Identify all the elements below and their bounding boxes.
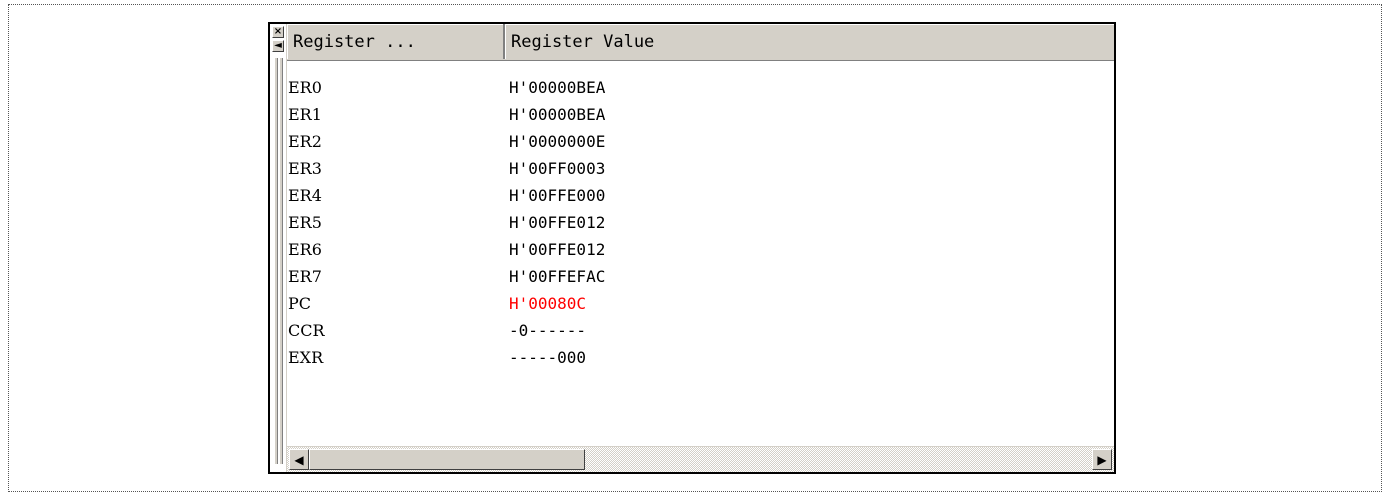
horizontal-scrollbar[interactable]: ◀ ▶ [287, 446, 1114, 472]
register-name: ER7 [288, 267, 322, 286]
register-value[interactable]: H'00FF0003 [505, 159, 605, 178]
register-value[interactable]: H'00FFE000 [505, 186, 605, 205]
dock-bar: × ◄ [270, 24, 287, 472]
list-header: Register ... Register Value [287, 24, 1114, 61]
register-name: ER5 [288, 213, 322, 232]
register-name: ER2 [288, 132, 322, 151]
collapse-left-icon[interactable]: ◄ [272, 40, 284, 52]
register-name: EXR [288, 348, 324, 367]
table-row[interactable]: EXR -----000 [287, 344, 1114, 371]
table-row[interactable]: ER3 H'00FF0003 [287, 155, 1114, 182]
table-row[interactable]: PC H'00080C [287, 290, 1114, 317]
register-list: Register ... Register Value ER0 H'00000BE… [287, 24, 1114, 472]
arrow-right-icon[interactable]: ▶ [1092, 449, 1112, 470]
register-name: PC [288, 294, 312, 313]
register-value[interactable]: H'00FFE012 [505, 213, 605, 232]
column-header-register-value[interactable]: Register Value [505, 24, 1114, 59]
table-row[interactable]: ER6 H'00FFE012 [287, 236, 1114, 263]
register-value[interactable]: H'0000000E [505, 132, 605, 151]
table-row[interactable]: ER1 H'00000BEA [287, 101, 1114, 128]
register-name: ER1 [288, 105, 322, 124]
close-icon[interactable]: × [272, 26, 284, 38]
table-row[interactable]: ER7 H'00FFEFAC [287, 263, 1114, 290]
register-rows: ER0 H'00000BEA ER1 H'00000BEA ER2 H'0000000E E… [287, 74, 1114, 371]
register-value[interactable]: H'00FFEFAC [505, 267, 605, 286]
column-header-register-name[interactable]: Register ... [287, 24, 505, 59]
register-name: ER3 [288, 159, 322, 178]
table-row[interactable]: CCR -0------ [287, 317, 1114, 344]
register-value[interactable]: H'00000BEA [505, 78, 605, 97]
dock-grip[interactable] [274, 58, 278, 464]
table-row[interactable]: ER2 H'0000000E [287, 128, 1114, 155]
register-value[interactable]: H'00000BEA [505, 105, 605, 124]
register-value[interactable]: H'00FFE012 [505, 240, 605, 259]
table-row[interactable]: ER5 H'00FFE012 [287, 209, 1114, 236]
table-row[interactable]: ER4 H'00FFE000 [287, 182, 1114, 209]
register-value[interactable]: H'00080C [505, 294, 586, 313]
register-name: ER0 [288, 78, 322, 97]
scrollbar-thumb[interactable] [309, 449, 585, 470]
table-row[interactable]: ER0 H'00000BEA [287, 74, 1114, 101]
register-name: ER6 [288, 240, 322, 259]
register-window: × ◄ Register ... Register Value ER0 H'000… [268, 22, 1116, 474]
register-value[interactable]: -0------ [505, 321, 586, 340]
arrow-left-icon[interactable]: ◀ [289, 449, 309, 470]
dock-grip[interactable] [279, 58, 283, 464]
register-name: CCR [288, 321, 325, 340]
register-name: ER4 [288, 186, 322, 205]
register-value[interactable]: -----000 [505, 348, 586, 367]
